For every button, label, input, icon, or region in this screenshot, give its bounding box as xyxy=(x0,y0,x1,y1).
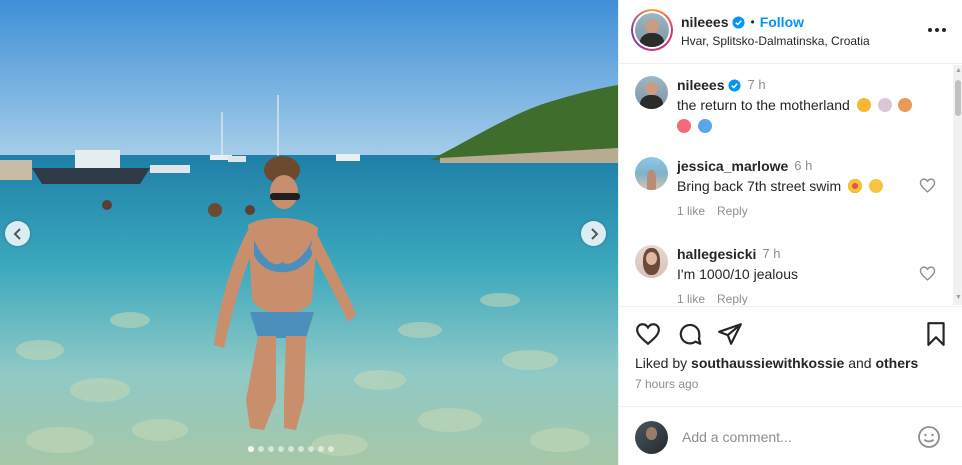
scrollbar-thumb[interactable] xyxy=(955,80,961,116)
next-image-button[interactable] xyxy=(581,221,606,246)
heart-icon[interactable] xyxy=(919,265,936,282)
add-comment-bar xyxy=(619,406,962,465)
caption-text-line-2 xyxy=(677,116,937,136)
separator-dot: • xyxy=(750,15,755,29)
carousel-dot xyxy=(278,446,284,452)
carousel-dot xyxy=(268,446,274,452)
author-username[interactable]: nileees xyxy=(681,14,728,30)
share-paper-plane-icon[interactable] xyxy=(717,321,743,347)
instagram-post-view: nileees • Follow Hvar, Splitsko-Dalmatin… xyxy=(0,0,962,465)
comment-bubble-icon[interactable] xyxy=(677,321,703,347)
comment-username[interactable]: nileees xyxy=(677,76,724,94)
avatar[interactable] xyxy=(635,245,668,278)
comment-time[interactable]: 6 h xyxy=(794,157,812,175)
like-heart-icon[interactable] xyxy=(635,321,661,347)
comment-text: I'm 1000/10 jealous xyxy=(677,266,798,282)
carousel-dot xyxy=(328,446,334,452)
more-dot-icon xyxy=(942,28,946,32)
comment-text-content: Bring back 7th street swim xyxy=(677,178,842,194)
scroll-up-arrow-icon[interactable]: ▲ xyxy=(955,67,962,74)
bookmark-icon[interactable] xyxy=(923,321,949,347)
liked-prefix: Liked by xyxy=(635,355,692,371)
liked-others-link[interactable]: others xyxy=(875,355,918,371)
post-timestamp[interactable]: 7 hours ago xyxy=(635,377,698,391)
avatar[interactable] xyxy=(635,157,668,190)
post-photo[interactable] xyxy=(0,0,618,465)
carousel-dot xyxy=(298,446,304,452)
carousel-dot xyxy=(308,446,314,452)
sun-emoji-icon xyxy=(856,98,871,112)
comment-time[interactable]: 7 h xyxy=(747,76,765,94)
blue-heart-emoji-icon xyxy=(697,119,712,133)
follow-button[interactable]: Follow xyxy=(760,14,804,30)
reply-button[interactable]: Reply xyxy=(717,204,748,218)
caption-text: the return to the motherland xyxy=(677,95,937,115)
comment-likes[interactable]: 1 like xyxy=(677,204,705,218)
comment-time[interactable]: 7 h xyxy=(762,245,780,263)
scroll-down-arrow-icon[interactable]: ▼ xyxy=(955,294,962,301)
chevron-right-icon xyxy=(590,227,598,240)
reply-button[interactable]: Reply xyxy=(717,292,748,305)
liked-by-user-link[interactable]: southaussiewithkossie xyxy=(691,355,844,371)
more-options-button[interactable] xyxy=(925,20,949,40)
add-comment-input[interactable] xyxy=(682,427,912,447)
liked-and: and xyxy=(844,355,876,371)
clapping-emoji-icon xyxy=(868,179,883,193)
carousel-dot xyxy=(288,446,294,452)
caption-line: the return to the motherland xyxy=(677,97,850,113)
verified-badge-icon xyxy=(728,78,742,92)
hibiscus-emoji-icon xyxy=(677,119,691,133)
avatar[interactable] xyxy=(635,76,668,109)
liked-by-text: Liked by southaussiewithkossie and other… xyxy=(635,355,918,371)
carousel-dot xyxy=(318,446,324,452)
carousel-dot xyxy=(248,446,254,452)
previous-image-button[interactable] xyxy=(5,221,30,246)
post-side-panel: nileees • Follow Hvar, Splitsko-Dalmatin… xyxy=(618,0,962,465)
emoji-smile-icon[interactable] xyxy=(917,425,941,449)
comments-list[interactable]: nileees 7 h the return to the motherland xyxy=(619,65,962,305)
shell-emoji-icon xyxy=(877,98,892,112)
flower-bouquet-emoji-icon xyxy=(898,98,913,112)
comment-username[interactable]: jessica_marlowe xyxy=(677,157,788,175)
current-user-avatar[interactable] xyxy=(635,421,668,454)
post-actions: Liked by southaussiewithkossie and other… xyxy=(619,306,962,406)
author-avatar[interactable] xyxy=(631,9,673,51)
carousel-dot xyxy=(258,446,264,452)
more-dot-icon xyxy=(935,28,939,32)
beach-photo-scene xyxy=(0,0,618,465)
comment-username[interactable]: hallegesicki xyxy=(677,245,756,263)
post-location[interactable]: Hvar, Splitsko-Dalmatinska, Croatia xyxy=(681,34,870,48)
verified-badge-icon xyxy=(732,15,746,29)
heart-icon[interactable] xyxy=(919,177,936,194)
more-dot-icon xyxy=(928,28,932,32)
chevron-left-icon xyxy=(13,227,21,240)
comment-likes[interactable]: 1 like xyxy=(677,292,705,305)
heart-eyes-emoji-icon xyxy=(848,179,863,193)
carousel-indicator xyxy=(248,446,334,452)
comment-text: Bring back 7th street swim xyxy=(677,176,937,196)
post-header: nileees • Follow Hvar, Splitsko-Dalmatin… xyxy=(619,0,962,64)
